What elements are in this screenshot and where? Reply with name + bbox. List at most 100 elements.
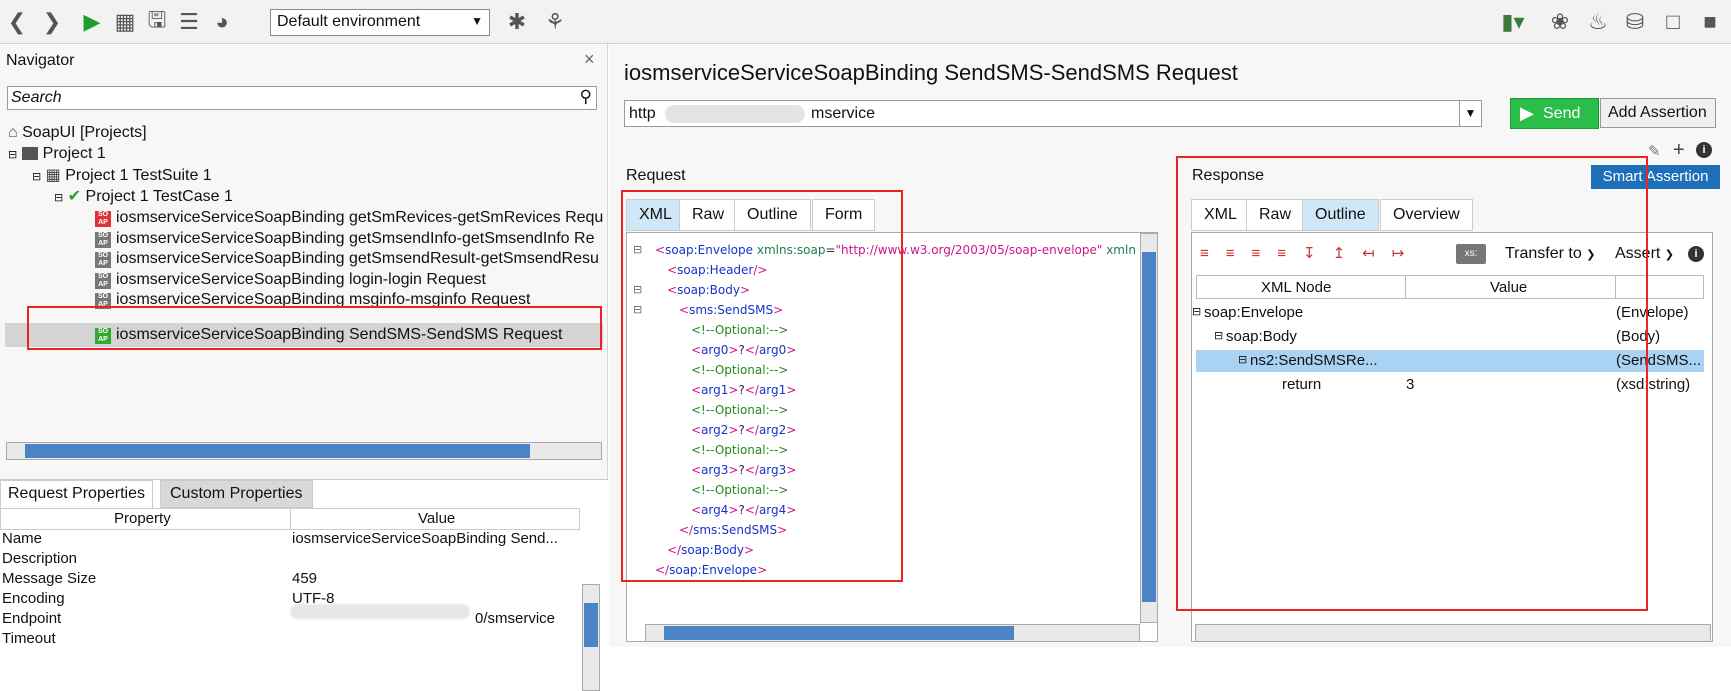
properties-vscrollbar[interactable] xyxy=(582,584,600,691)
close-icon[interactable]: × xyxy=(584,49,595,70)
outline-row[interactable]: return 3 (xsd:string) xyxy=(1196,374,1704,396)
left-panel: Navigator × Search ⚲ ⌂ SoapUI [Projects]… xyxy=(0,44,608,691)
search-input[interactable]: Search ⚲ xyxy=(7,86,597,110)
tree-item-testcase[interactable]: ⊟ ✔ Project 1 TestCase 1 xyxy=(54,186,233,208)
xs-button[interactable]: xs: xyxy=(1456,244,1486,264)
add-assertion-button[interactable]: Add Assertion xyxy=(1600,98,1716,128)
collapse-icon[interactable]: ⊟ xyxy=(1192,302,1201,323)
tab-custom-properties[interactable]: Custom Properties xyxy=(160,480,313,508)
list-icon[interactable]: ☰ xyxy=(174,7,204,37)
request-hscrollbar[interactable] xyxy=(645,624,1140,642)
property-name: Name xyxy=(2,530,43,547)
tab-request-properties[interactable]: Request Properties xyxy=(0,480,153,508)
tab-request-form[interactable]: Form xyxy=(812,199,876,231)
collapse-icon[interactable]: ⊟ xyxy=(1214,326,1223,347)
property-row[interactable]: Name iosmserviceServiceSoapBinding Send..… xyxy=(0,529,580,549)
tab-response-xml[interactable]: XML xyxy=(1191,199,1250,231)
navigator-hscrollbar[interactable] xyxy=(6,442,602,460)
xml-token: </ xyxy=(744,463,759,477)
fold-icon[interactable]: ⊟ xyxy=(633,283,642,296)
xml-token: xmlns xyxy=(1106,243,1135,257)
xml-token: <!--Optional:--> xyxy=(691,483,789,497)
info-icon[interactable]: i xyxy=(1696,142,1712,158)
scroll-thumb[interactable] xyxy=(664,626,1014,640)
node-type: (SendSMS... xyxy=(1616,352,1702,369)
property-value: 459 xyxy=(292,570,318,587)
outline-row[interactable]: ⊟ soap:Body (Body) xyxy=(1196,326,1704,348)
property-row[interactable]: Message Size 459 xyxy=(0,569,580,589)
format-toolbar-icons[interactable]: ≡≡≡≡↧↥↤↦ xyxy=(1200,244,1421,262)
tree-item-request[interactable]: SO AP iosmserviceServiceSoapBinding msginf… xyxy=(95,289,530,311)
navigator-title: Navigator xyxy=(6,52,75,69)
xml-token: <!--Optional:--> xyxy=(691,323,789,337)
response-label: Response xyxy=(1192,167,1265,184)
bug-icon[interactable]: ⚘ xyxy=(540,7,570,37)
info-icon[interactable]: i xyxy=(1688,246,1704,262)
xml-line: </soap:Body> xyxy=(667,541,754,559)
tree-item-testsuite[interactable]: ⊟ ▦ Project 1 TestSuite 1 xyxy=(32,165,212,187)
xml-token: soap:Envelope xyxy=(665,243,754,257)
xml-line: <arg4>?</arg4> xyxy=(691,501,796,519)
grid-icon[interactable]: ▦ xyxy=(110,7,140,37)
tool-icon[interactable]: ✎ xyxy=(1648,142,1661,160)
dashboard-icon[interactable]: ◕ xyxy=(207,7,237,37)
bell-icon[interactable]: ♨ xyxy=(1583,7,1613,37)
environment-select[interactable]: Default environment ▼ xyxy=(270,9,490,36)
outline-row[interactable]: ⊟ ns2:SendSMSRe... (SendSMS... xyxy=(1196,350,1704,372)
tree-item-request[interactable]: SO AP iosmserviceServiceSoapBinding getSms… xyxy=(95,228,605,250)
fold-icon[interactable]: ⊟ xyxy=(633,303,642,316)
tab-response-raw[interactable]: Raw xyxy=(1246,199,1305,231)
chevron-down-icon[interactable]: ▼ xyxy=(1459,101,1481,126)
database-icon[interactable]: ⛁ xyxy=(1620,7,1650,37)
endpoint-field[interactable]: http mservice ▼ xyxy=(624,100,1482,127)
tab-request-raw[interactable]: Raw xyxy=(679,199,738,231)
settings-icon[interactable]: ■ xyxy=(1695,7,1725,37)
scroll-thumb[interactable] xyxy=(25,444,530,458)
response-hscrollbar[interactable] xyxy=(1195,624,1711,642)
send-button[interactable]: ▶ Send xyxy=(1510,98,1599,129)
back-icon[interactable]: ❮ xyxy=(2,7,32,37)
export-icon[interactable]: ▮▾ xyxy=(1493,7,1533,37)
tree-item-request[interactable]: SO AP iosmserviceServiceSoapBinding getSms… xyxy=(95,248,605,270)
xml-line: <!--Optional:--> xyxy=(691,441,788,459)
scroll-thumb[interactable] xyxy=(584,603,598,647)
tree-item-request[interactable]: SO AP iosmserviceServiceSoapBinding getSmR… xyxy=(95,207,605,229)
tab-response-outline[interactable]: Outline xyxy=(1302,199,1379,231)
property-row[interactable]: Timeout xyxy=(0,629,580,649)
tab-response-overview[interactable]: Overview xyxy=(1380,199,1473,231)
column-header-value: Value xyxy=(1490,279,1528,296)
xml-token: > xyxy=(757,563,768,577)
fold-icon[interactable]: ⊟ xyxy=(633,243,642,256)
tree-item-projects[interactable]: ⌂ SoapUI [Projects] xyxy=(8,122,147,144)
smart-assertion-button[interactable]: Smart Assertion xyxy=(1591,165,1720,189)
collapse-icon[interactable]: ⊟ xyxy=(1238,350,1247,371)
xml-token: > xyxy=(728,463,739,477)
property-row[interactable]: Description xyxy=(0,549,580,569)
outline-row[interactable]: ⊟ soap:Envelope (Envelope) xyxy=(1192,302,1704,324)
tree-item-request-selected[interactable]: SO AP iosmserviceServiceSoapBinding SendSM… xyxy=(95,324,562,346)
column-divider xyxy=(290,509,291,530)
tree-item-label: iosmserviceServiceSoapBinding msginfo-ms… xyxy=(116,291,531,308)
scroll-thumb[interactable] xyxy=(1142,252,1156,602)
xml-token: </ xyxy=(655,563,670,577)
xml-token: </ xyxy=(744,503,759,517)
book-icon[interactable]: □ xyxy=(1658,7,1688,37)
forward-icon[interactable]: ❯ xyxy=(37,7,67,37)
property-name: Encoding xyxy=(2,590,65,607)
save-icon[interactable]: 🖫 xyxy=(142,7,172,37)
column-divider xyxy=(1615,276,1616,298)
request-vscrollbar[interactable] xyxy=(1140,233,1158,623)
tree-item-project[interactable]: ⊟ Project 1 xyxy=(8,143,106,165)
tab-request-outline[interactable]: Outline xyxy=(734,199,811,231)
add-icon[interactable]: + xyxy=(1673,139,1685,162)
property-row[interactable]: Encoding UTF-8 xyxy=(0,589,580,609)
leaf-icon[interactable]: ❀ xyxy=(1545,7,1575,37)
xml-token: > xyxy=(786,503,797,517)
assert-menu[interactable]: Assert ❯ xyxy=(1615,245,1674,263)
tab-request-xml[interactable]: XML xyxy=(626,199,685,231)
tree-item-request[interactable]: SO AP iosmserviceServiceSoapBinding login-… xyxy=(95,269,486,291)
transfer-to-menu[interactable]: Transfer to ❯ xyxy=(1505,245,1595,263)
network-icon[interactable]: ✱ xyxy=(502,7,532,37)
xml-token: > xyxy=(777,523,788,537)
run-icon[interactable]: ▶ xyxy=(77,7,107,37)
